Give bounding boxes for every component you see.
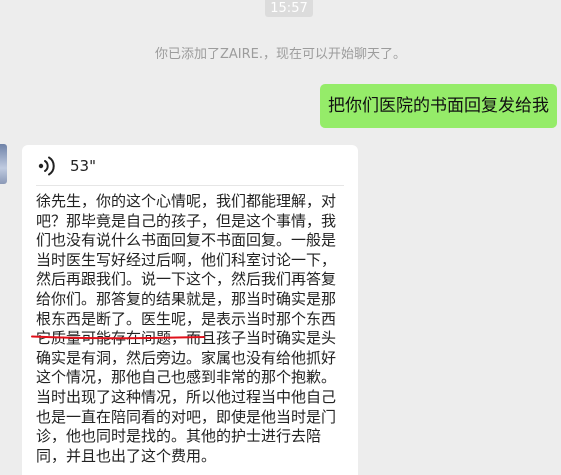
transcript-line: 这个情况，那他自己也感到非常的那个抱歉。 xyxy=(36,368,337,387)
red-annotation-underline xyxy=(31,335,205,340)
transcript-line: 也是一直在陪同看的对吧，即使是他当时是门 xyxy=(36,407,337,426)
transcript-line: 们也没有说什么书面回复不书面回复。一般是 xyxy=(36,231,337,250)
voice-playback-row[interactable]: 53" xyxy=(36,155,96,177)
transcript-line: 确实是有洞，然后旁边。家属也没有给他抓好 xyxy=(36,348,337,367)
message-timestamp: 15:57 xyxy=(265,0,313,17)
transcript-line: 给你们。那答复的结果就是，那当时确实是那 xyxy=(36,289,337,308)
friend-added-notice: 你已添加了ZAIRE.，现在可以开始聊天了。 xyxy=(154,47,406,62)
transcript-line: 当时出现了这种情况，所以他过程当中他自己 xyxy=(36,387,337,406)
transcript-line: 当时医生写好经过后啊，他们科室讨论一下， xyxy=(36,250,337,269)
sent-message-bubble[interactable]: 把你们医院的书面回复发给我 xyxy=(320,84,557,128)
transcript-line: 同，并且也出了这个费用。 xyxy=(36,446,217,465)
voice-transcript: 徐先生，你的这个心情呢，我们都能理解，对 吧？那毕竟是自己的孩子，但是这个事情，… xyxy=(36,192,336,466)
transcript-line: 诊，他也同时是找的。其他的护士进行去陪 xyxy=(36,427,322,446)
received-voice-message[interactable]: 53" 徐先生，你的这个心情呢，我们都能理解，对 吧？那毕竟是自己的孩子，但是这… xyxy=(22,145,358,475)
transcript-divider xyxy=(36,185,344,186)
transcript-line: 根东西是断了。医生呢，是表示当时那个东西 xyxy=(36,309,337,328)
transcript-line: 然后再跟我们。说一下这个，然后我们再答复 xyxy=(36,270,337,289)
voice-wave-icon[interactable] xyxy=(36,155,60,177)
transcript-line: 徐先生，你的这个心情呢，我们都能理解，对 xyxy=(36,192,337,210)
voice-duration: 53" xyxy=(70,157,96,175)
transcript-line: 吧？那毕竟是自己的孩子，但是这个事情，我 xyxy=(36,211,337,230)
contact-avatar[interactable] xyxy=(0,144,7,184)
